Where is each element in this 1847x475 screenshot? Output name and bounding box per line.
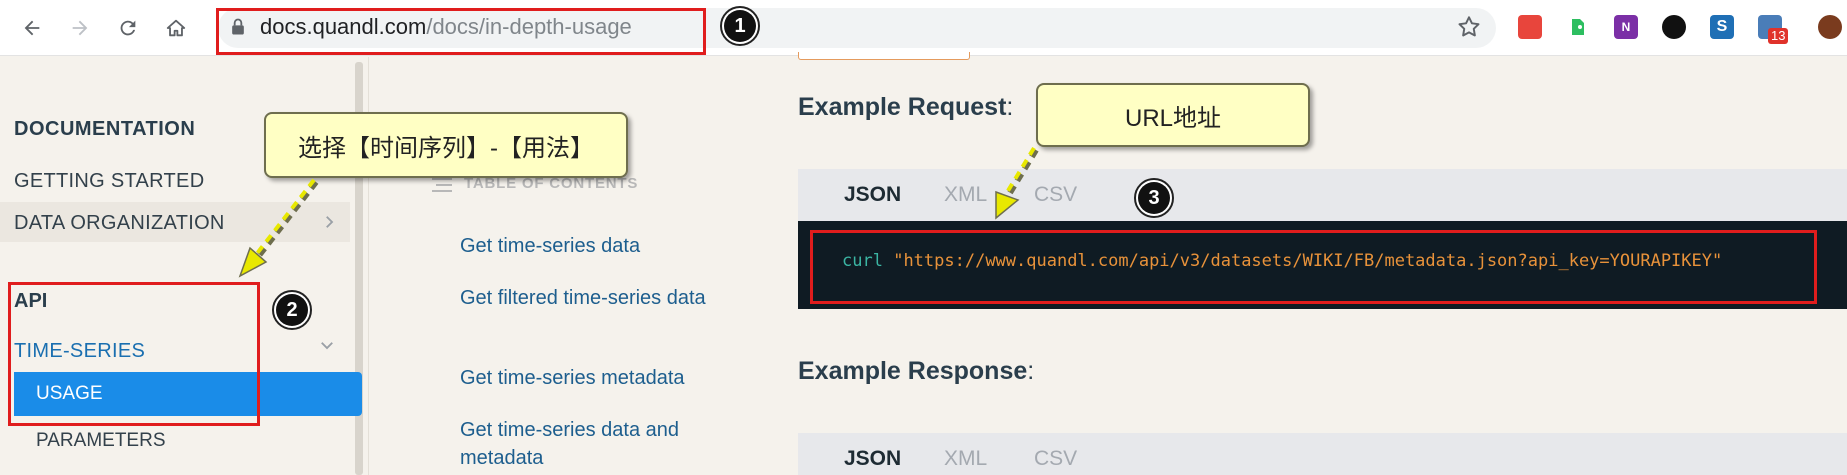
toc-link-get-metadata[interactable]: Get time-series metadata xyxy=(460,364,750,392)
annotation-box-code xyxy=(810,230,1817,304)
toc-link-get-data[interactable]: Get time-series data xyxy=(460,232,750,260)
partial-button[interactable] xyxy=(798,52,970,60)
example-response-title: Example Response: xyxy=(798,357,1034,386)
extension-tool-icon[interactable] xyxy=(1662,15,1686,39)
reload-icon[interactable] xyxy=(112,12,144,44)
forward-icon[interactable] xyxy=(64,12,96,44)
response-tab-json[interactable]: JSON xyxy=(844,447,901,471)
star-icon[interactable] xyxy=(1456,14,1482,40)
example-request-label: Example Request xyxy=(798,93,1007,121)
response-tabbar: JSON XML CSV xyxy=(798,433,1847,475)
callout-url-hint: URL地址 xyxy=(1036,83,1310,147)
extension-evernote-icon[interactable] xyxy=(1566,15,1590,39)
sidebar-item-data-organization[interactable]: DATA ORGANIZATION xyxy=(14,212,225,235)
callout-sidebar-hint: 选择【时间序列】-【用法】 xyxy=(264,112,628,178)
example-request-colon: : xyxy=(1006,93,1014,121)
sidebar-item-parameters[interactable]: PARAMETERS xyxy=(36,430,166,452)
toc-icon xyxy=(432,178,452,192)
request-tab-csv[interactable]: CSV xyxy=(1034,183,1077,207)
annotation-box-url xyxy=(216,8,706,55)
request-tabbar: JSON XML CSV xyxy=(798,169,1847,221)
request-tab-json[interactable]: JSON xyxy=(844,183,901,207)
extension-todo-icon[interactable] xyxy=(1518,15,1542,39)
annotation-badge-2: 2 xyxy=(272,290,312,330)
annotation-badge-1-number: 1 xyxy=(724,10,756,42)
sidebar-heading: DOCUMENTATION xyxy=(14,118,196,140)
screenshot-root: docs.quandl.com/docs/in-depth-usage N S … xyxy=(0,0,1847,475)
annotation-badge-1: 1 xyxy=(720,6,760,46)
request-tab-xml[interactable]: XML xyxy=(944,183,987,207)
example-response-colon: : xyxy=(1027,357,1035,385)
home-icon[interactable] xyxy=(160,12,192,44)
annotation-box-sidebar xyxy=(8,282,260,426)
annotation-badge-3-number: 3 xyxy=(1138,182,1170,214)
toc-link-get-data-and-metadata[interactable]: Get time-series data and metadata xyxy=(460,416,750,472)
extension-badge-count: 13 xyxy=(1768,28,1789,44)
back-icon[interactable] xyxy=(16,12,48,44)
chevron-down-icon[interactable] xyxy=(318,336,336,354)
annotation-badge-3: 3 xyxy=(1134,178,1174,218)
extension-onenote-icon[interactable]: N xyxy=(1614,15,1638,39)
chevron-right-icon[interactable] xyxy=(320,213,338,231)
sidebar-item-getting-started[interactable]: GETTING STARTED xyxy=(14,170,204,193)
response-tab-csv[interactable]: CSV xyxy=(1034,447,1077,471)
profile-avatar[interactable] xyxy=(1818,15,1842,39)
example-request-title: Example Request: xyxy=(798,93,1013,122)
extension-s-icon[interactable]: S xyxy=(1710,15,1734,39)
response-tab-xml[interactable]: XML xyxy=(944,447,987,471)
toc-link-get-filtered-data[interactable]: Get filtered time-series data xyxy=(460,284,750,312)
annotation-badge-2-number: 2 xyxy=(276,294,308,326)
example-response-label: Example Response xyxy=(798,357,1028,385)
